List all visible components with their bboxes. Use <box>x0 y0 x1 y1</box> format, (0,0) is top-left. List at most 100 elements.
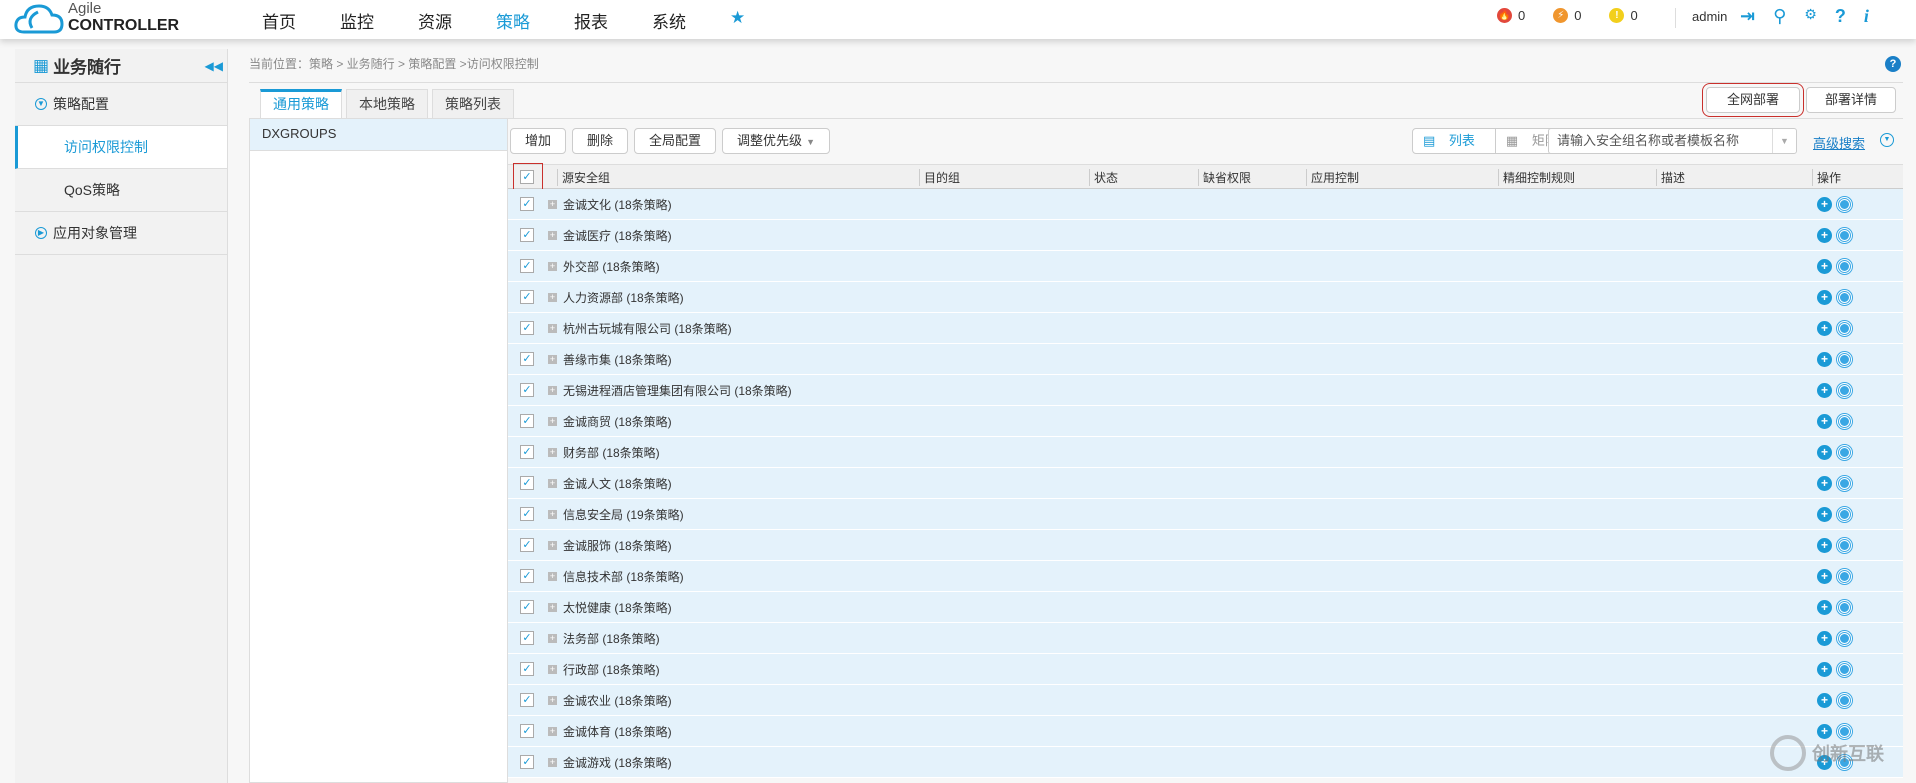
nav-policy[interactable]: 策略 <box>496 8 530 33</box>
expand-icon[interactable]: + <box>548 385 557 395</box>
key-icon[interactable]: ⚲ <box>1773 6 1786 27</box>
table-row[interactable]: ✓ + 太悦健康 (18条策略) + <box>508 592 1903 623</box>
expand-icon[interactable]: + <box>548 726 557 736</box>
table-row[interactable]: ✓ + 财务部 (18条策略) + <box>508 437 1903 468</box>
expand-icon[interactable]: + <box>548 509 557 519</box>
chevron-down-icon[interactable]: ▼ <box>1772 129 1796 153</box>
table-row[interactable]: ✓ + 金诚游戏 (18条策略) + <box>508 747 1903 778</box>
expand-icon[interactable]: + <box>548 540 557 550</box>
add-icon[interactable]: + <box>1817 568 1832 584</box>
add-icon[interactable]: + <box>1817 382 1832 398</box>
row-checkbox[interactable]: ✓ <box>520 445 534 459</box>
table-row[interactable]: ✓ + 金诚医疗 (18条策略) + <box>508 220 1903 251</box>
add-icon[interactable]: + <box>1817 227 1832 243</box>
expand-icon[interactable]: + <box>548 416 557 426</box>
column-header[interactable]: 描述 <box>1656 169 1685 186</box>
expand-icon[interactable]: + <box>548 323 557 333</box>
target-icon[interactable] <box>1837 289 1852 305</box>
expand-icon[interactable]: + <box>548 633 557 643</box>
list-view-button[interactable]: ▤ 列表 <box>1413 129 1496 153</box>
row-checkbox[interactable]: ✓ <box>520 631 534 645</box>
row-checkbox[interactable]: ✓ <box>520 755 534 769</box>
row-checkbox[interactable]: ✓ <box>520 569 534 583</box>
column-header[interactable]: 应用控制 <box>1306 169 1359 186</box>
target-icon[interactable] <box>1837 444 1852 460</box>
column-header[interactable]: 缺省权限 <box>1198 169 1251 186</box>
add-icon[interactable]: + <box>1817 475 1832 491</box>
column-header[interactable]: 精细控制规则 <box>1498 169 1575 186</box>
favorites-star-icon[interactable]: ★ <box>730 8 745 33</box>
sidebar-item-app-objects[interactable]: ▶ 应用对象管理 <box>15 212 227 255</box>
target-icon[interactable] <box>1837 351 1852 367</box>
collapse-sidebar-icon[interactable]: ◀◀ <box>205 59 223 73</box>
row-checkbox[interactable]: ✓ <box>520 383 534 397</box>
info-icon[interactable]: i <box>1864 6 1869 27</box>
expand-icon[interactable]: + <box>548 292 557 302</box>
column-header[interactable]: 操作 <box>1812 169 1841 186</box>
warning-alarm-icon[interactable]: ! <box>1609 8 1625 23</box>
adjust-priority-button[interactable]: 调整优先级 ▼ <box>722 128 830 154</box>
add-button[interactable]: 增加 <box>510 128 567 154</box>
target-icon[interactable] <box>1837 196 1852 212</box>
logout-icon[interactable]: ⇥ <box>1740 6 1755 27</box>
row-checkbox[interactable]: ✓ <box>520 228 534 242</box>
row-checkbox[interactable]: ✓ <box>520 507 534 521</box>
search-input[interactable]: 请输入安全组名称或者模板名称 ▼ <box>1548 128 1797 154</box>
row-checkbox[interactable]: ✓ <box>520 321 534 335</box>
chevron-down-icon[interactable]: ▼ <box>1880 133 1894 147</box>
critical-alarm-icon[interactable]: 🔥 <box>1497 8 1512 23</box>
add-icon[interactable]: + <box>1817 692 1832 708</box>
group-item[interactable]: DXGROUPS <box>250 119 507 151</box>
target-icon[interactable] <box>1837 227 1852 243</box>
expand-icon[interactable]: + <box>548 571 557 581</box>
add-icon[interactable]: + <box>1817 661 1832 677</box>
table-row[interactable]: ✓ + 法务部 (18条策略) + <box>508 623 1903 654</box>
row-checkbox[interactable]: ✓ <box>520 414 534 428</box>
tab-local-policy[interactable]: 本地策略 <box>346 89 428 118</box>
table-row[interactable]: ✓ + 无锡进程酒店管理集团有限公司 (18条策略) + <box>508 375 1903 406</box>
target-icon[interactable] <box>1837 506 1852 522</box>
target-icon[interactable] <box>1837 599 1852 615</box>
sidebar-item-qos[interactable]: QoS策略 <box>15 169 227 212</box>
row-checkbox[interactable]: ✓ <box>520 259 534 273</box>
expand-icon[interactable]: + <box>548 230 557 240</box>
table-row[interactable]: ✓ + 金诚人文 (18条策略) + <box>508 468 1903 499</box>
row-checkbox[interactable]: ✓ <box>520 538 534 552</box>
tab-policy-list[interactable]: 策略列表 <box>432 89 514 118</box>
expand-icon[interactable]: + <box>548 354 557 364</box>
nav-monitor[interactable]: 监控 <box>340 8 374 33</box>
table-row[interactable]: ✓ + 金诚农业 (18条策略) + <box>508 685 1903 716</box>
expand-icon[interactable]: + <box>548 199 557 209</box>
table-row[interactable]: ✓ + 人力资源部 (18条策略) + <box>508 282 1903 313</box>
row-checkbox[interactable]: ✓ <box>520 600 534 614</box>
table-row[interactable]: ✓ + 金诚体育 (18条策略) + <box>508 716 1903 747</box>
select-all-checkbox[interactable]: ✓ <box>520 169 534 184</box>
target-icon[interactable] <box>1837 568 1852 584</box>
help-icon[interactable]: ? <box>1835 6 1846 27</box>
target-icon[interactable] <box>1837 537 1852 553</box>
major-alarm-icon[interactable]: ⚡ <box>1553 8 1569 23</box>
column-header[interactable]: 状态 <box>1089 169 1118 186</box>
row-checkbox[interactable]: ✓ <box>520 197 534 211</box>
tab-general-policy[interactable]: 通用策略 <box>260 89 342 118</box>
table-row[interactable]: ✓ + 信息安全局 (19条策略) + <box>508 499 1903 530</box>
add-icon[interactable]: + <box>1817 444 1832 460</box>
expand-icon[interactable]: + <box>548 261 557 271</box>
target-icon[interactable] <box>1837 475 1852 491</box>
add-icon[interactable]: + <box>1817 413 1832 429</box>
deploy-all-button[interactable]: 全网部署 <box>1701 83 1805 117</box>
settings-icon[interactable]: ⚙ <box>1804 6 1817 27</box>
table-row[interactable]: ✓ + 信息技术部 (18条策略) + <box>508 561 1903 592</box>
deploy-detail-button[interactable]: 部署详情 <box>1806 87 1897 113</box>
add-icon[interactable]: + <box>1817 537 1832 553</box>
add-icon[interactable]: + <box>1817 506 1832 522</box>
expand-icon[interactable]: + <box>548 602 557 612</box>
target-icon[interactable] <box>1837 320 1852 336</box>
target-icon[interactable] <box>1837 661 1852 677</box>
delete-button[interactable]: 删除 <box>572 128 629 154</box>
column-header[interactable]: 目的组 <box>919 169 960 186</box>
row-checkbox[interactable]: ✓ <box>520 662 534 676</box>
add-icon[interactable]: + <box>1817 289 1832 305</box>
add-icon[interactable]: + <box>1817 351 1832 367</box>
table-row[interactable]: ✓ + 外交部 (18条策略) + <box>508 251 1903 282</box>
